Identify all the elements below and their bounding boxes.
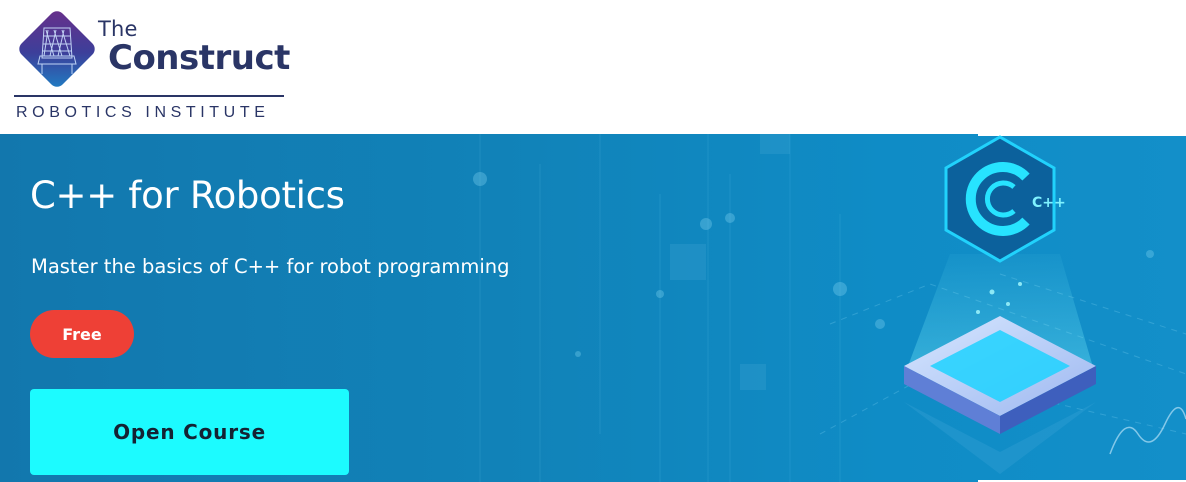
free-badge: Free (30, 310, 134, 358)
cpp-logo-text: C++ (1032, 195, 1066, 211)
brand-subtitle: ROBOTICS INSTITUTE (16, 104, 270, 121)
brand-divider (14, 95, 284, 97)
cpp-hologram-icon: C++ (904, 134, 1186, 482)
course-subtitle: Master the basics of C++ for robot progr… (31, 255, 510, 278)
open-course-button[interactable]: Open Course (30, 389, 349, 475)
brand-name-text: Construct (108, 38, 290, 78)
construct-logo-icon[interactable] (14, 6, 100, 92)
course-title: C++ for Robotics (30, 174, 345, 217)
site-header: The Construct ROBOTICS INSTITUTE (0, 0, 1186, 134)
course-banner: C++ for Robotics Master the basics of C+… (0, 134, 1186, 482)
